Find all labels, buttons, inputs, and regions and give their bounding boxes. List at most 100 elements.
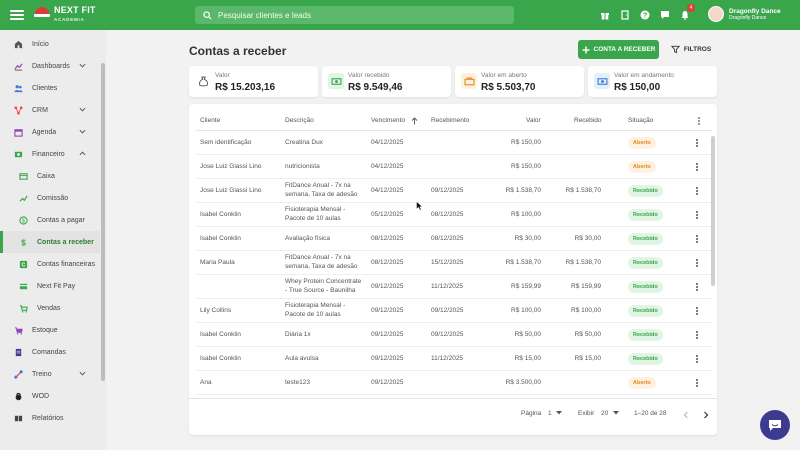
row-menu-icon[interactable]: [696, 354, 699, 364]
sidebar-item-next-fit-pay[interactable]: Next Fit Pay: [0, 275, 100, 297]
column-header-cliente[interactable]: Cliente: [200, 117, 220, 124]
sidebar-item-vendas[interactable]: Vendas: [0, 297, 100, 319]
summary-value: R$ 5.503,70: [481, 82, 536, 93]
sidebar-item-financeiro[interactable]: Financeiro: [0, 143, 100, 165]
table-row[interactable]: Jose Luiz Giassi Lino nutricionista 04/1…: [196, 155, 712, 179]
kettlebell-icon: [15, 392, 22, 400]
column-header-recebido[interactable]: Recebido: [574, 117, 601, 124]
table-row[interactable]: Isabel Conklin Diária 1x 09/12/2025 09/1…: [196, 323, 712, 347]
sidebar-item-estoque[interactable]: Estoque: [0, 319, 100, 341]
chevron-left-icon[interactable]: [683, 411, 689, 419]
sidebar-item-dashboards[interactable]: Dashboards: [0, 55, 100, 77]
table-scrollbar[interactable]: [711, 136, 715, 286]
chat-bubble-icon: [769, 419, 781, 431]
cell-valor: R$ 50,00: [514, 331, 541, 338]
summary-value: R$ 9.549,46: [348, 82, 403, 93]
svg-text:$: $: [22, 218, 25, 224]
filter-label: FILTROS: [683, 46, 712, 53]
crm-icon: [14, 105, 23, 115]
home-icon: [14, 40, 23, 48]
table-row[interactable]: Isabel Conklin Fisioterapia Mensal - Pac…: [196, 203, 712, 227]
sidebar-item-contas-financeiras[interactable]: C Contas financeiras: [0, 253, 100, 275]
row-menu-icon[interactable]: [696, 138, 699, 148]
table-row[interactable]: Sem identificação Creatina Dux 04/12/202…: [196, 131, 712, 155]
sidebar-item-crm[interactable]: CRM: [0, 99, 100, 121]
table-row[interactable]: Whey Protein Concentrate - True Source -…: [196, 275, 712, 299]
sidebar-item-agenda[interactable]: Agenda: [0, 121, 100, 143]
row-menu-icon[interactable]: [696, 186, 699, 196]
table-row[interactable]: Maria Paula FitDance Anual - 7x na seman…: [196, 251, 712, 275]
table-row[interactable]: Isabel Conklin Avaliação física 08/12/20…: [196, 227, 712, 251]
sidebar-item-caixa[interactable]: Caixa: [0, 165, 100, 187]
page-size-select[interactable]: 20: [601, 410, 620, 417]
column-header-valor[interactable]: Valor: [526, 117, 541, 124]
search-input[interactable]: Pesquisar clientes e leads: [195, 6, 514, 24]
table-row[interactable]: Isabel Conklin Aula avulsa 09/12/2025 11…: [196, 347, 712, 371]
doc-icon: [15, 348, 22, 356]
column-header-recebimento[interactable]: Recebimento: [431, 117, 469, 124]
cell-valor: R$ 150,00: [511, 163, 541, 170]
chevron-right-icon[interactable]: [703, 411, 709, 419]
cell-recebido: R$ 30,00: [574, 235, 601, 242]
sidebar-item-treino[interactable]: Treino: [0, 363, 100, 385]
menu-icon[interactable]: [10, 8, 24, 22]
sidebar-item-contas-a-receber[interactable]: $ Contas a receber: [0, 231, 100, 253]
table-row[interactable]: Lily Collins Fisioterapia Mensal - Pacot…: [196, 299, 712, 323]
table-row[interactable]: Ana teste123 09/12/2025 R$ 3.500,00 Aber…: [196, 371, 712, 395]
cell-descricao: FitDance Anual - 7x na: [285, 182, 351, 189]
column-header-situacao[interactable]: Situação: [628, 117, 653, 124]
page-select[interactable]: 1: [548, 410, 563, 417]
brand-name: NEXT FIT: [54, 5, 96, 15]
mouse-cursor-icon: [416, 201, 423, 211]
row-menu-icon[interactable]: [696, 330, 699, 340]
sidebar-item-label: Comandas: [32, 348, 66, 356]
row-menu-icon[interactable]: [696, 378, 699, 388]
gift-icon[interactable]: [598, 8, 611, 21]
row-menu-icon[interactable]: [696, 162, 699, 172]
cart-icon: [14, 326, 23, 335]
sidebar-scrollbar[interactable]: [101, 63, 105, 381]
filter-button[interactable]: FILTROS: [668, 40, 714, 59]
cell-valor: R$ 30,00: [514, 235, 541, 242]
row-menu-icon[interactable]: [696, 282, 699, 292]
door-icon[interactable]: [618, 8, 631, 21]
sidebar-item-label: Comissão: [37, 194, 69, 202]
caret-down-icon: [556, 411, 563, 415]
sidebar-item-wod[interactable]: WOD: [0, 385, 100, 407]
chat-support-button[interactable]: [760, 410, 790, 440]
table-row[interactable]: Jose Luiz Giassi Lino FitDance Anual - 7…: [196, 179, 712, 203]
more-vert-icon[interactable]: [697, 116, 701, 126]
status-badge: Recebido: [628, 353, 663, 365]
cell-descricao: Creatina Dux: [285, 139, 323, 146]
row-menu-icon[interactable]: [696, 234, 699, 244]
sidebar-item-comissao[interactable]: Comissão: [0, 187, 100, 209]
card-icon: [19, 283, 28, 289]
user-menu[interactable]: Dragonfly Dance Dragonfly Dance: [708, 6, 781, 22]
sidebar-item-label: Clientes: [32, 84, 58, 92]
row-menu-icon[interactable]: [696, 258, 699, 268]
sidebar-item-relatorios[interactable]: Relatórios: [0, 407, 100, 429]
cell-vencimento: 09/12/2025: [371, 379, 404, 386]
plus-icon: [582, 46, 589, 53]
bell-icon[interactable]: 4: [678, 4, 695, 21]
sort-arrow-up-icon[interactable]: [411, 117, 418, 125]
row-menu-icon[interactable]: [696, 210, 699, 220]
sidebar-item-comandas[interactable]: Comandas: [0, 341, 100, 363]
row-menu-icon[interactable]: [696, 306, 699, 316]
summary-label: Valor em andamento: [614, 72, 674, 79]
trend-icon: [19, 194, 28, 202]
column-header-vencimento[interactable]: Vencimento: [371, 117, 405, 124]
summary-label: Valor: [215, 72, 230, 79]
chat-icon[interactable]: [658, 8, 671, 21]
new-receivable-button[interactable]: CONTA A RECEBER: [578, 40, 659, 59]
sidebar-item-inicio[interactable]: Início: [0, 33, 100, 55]
help-icon[interactable]: ?: [638, 8, 651, 21]
logo[interactable]: NEXT FIT ACADEMIA: [33, 6, 96, 24]
cell-recebido: R$ 1.538,70: [565, 259, 601, 266]
column-header-descricao[interactable]: Descrição: [285, 117, 314, 124]
cell-descricao-line2: Pacote de 10 aulas: [285, 311, 341, 318]
cell-recebido: R$ 1.538,70: [565, 187, 601, 194]
sidebar-item-contas-a-pagar[interactable]: $ Contas a pagar: [0, 209, 100, 231]
sidebar-item-clientes[interactable]: Clientes: [0, 77, 100, 99]
status-badge: Recebido: [628, 233, 663, 245]
